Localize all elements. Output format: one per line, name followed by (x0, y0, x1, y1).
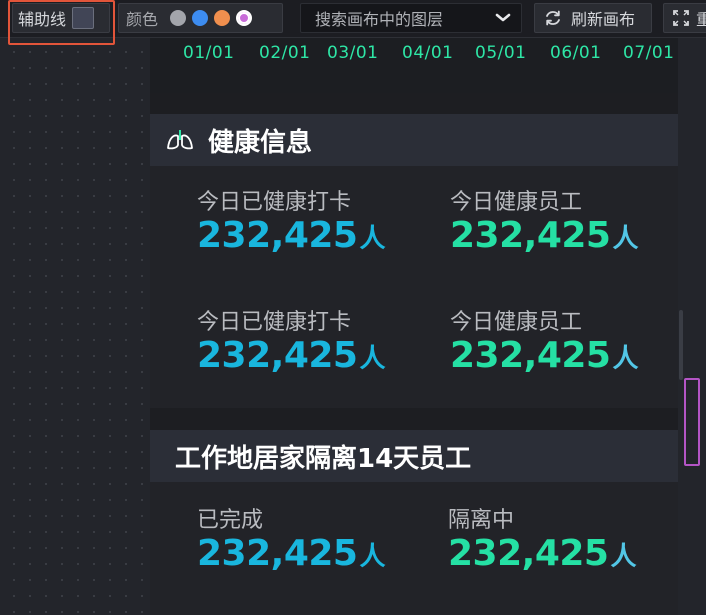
stat-value: 232,425人 (197, 215, 385, 256)
lungs-icon (167, 130, 193, 150)
refresh-canvas-label: 刷新画布 (571, 10, 636, 29)
stat-health-checkin: 今日已健康打卡 232,425人 (197, 310, 385, 379)
fullscreen-icon (673, 10, 689, 26)
swatch-purple[interactable] (236, 10, 253, 26)
dashboard-preview[interactable]: 01/01 02/01 03/01 04/01 05/01 06/01 07/0… (150, 38, 678, 615)
stat-value: 232,425人 (448, 533, 636, 574)
health-section-title: 健康信息 (208, 127, 313, 158)
selection-resize-handle[interactable] (684, 378, 700, 466)
stat-quarantine-completed: 已完成 232,425人 (197, 508, 385, 577)
stat-quarantine-ongoing: 隔离中 232,425人 (448, 508, 636, 577)
chevron-down-icon (495, 13, 511, 22)
date-label: 04/01 (402, 43, 454, 63)
date-label: 01/01 (183, 43, 235, 63)
date-label: 02/01 (259, 43, 311, 63)
refresh-canvas-button[interactable]: 刷新画布 (534, 3, 652, 33)
stat-value: 232,425人 (450, 335, 638, 376)
date-label: 05/01 (475, 43, 527, 63)
health-section-header: 健康信息 (150, 114, 678, 166)
vertical-scrollbar[interactable] (679, 310, 683, 380)
swatch-orange[interactable] (214, 10, 231, 26)
toolbar: 辅助线 颜色 搜索画布中的图层 刷新画布 重 (0, 0, 706, 45)
quarantine-stats-panel: 已完成 232,425人 隔离中 232,425人 (150, 482, 678, 615)
fullscreen-label: 重 (696, 6, 706, 30)
stat-value: 232,425人 (450, 215, 638, 256)
layer-search-select[interactable]: 搜索画布中的图层 (300, 3, 522, 33)
layer-search-placeholder: 搜索画布中的图层 (315, 10, 444, 29)
swatch-blue[interactable] (192, 10, 209, 26)
stat-healthy-employees: 今日健康员工 232,425人 (450, 310, 638, 379)
stat-label: 今日健康员工 (450, 190, 583, 215)
color-picker: 颜色 (118, 3, 283, 33)
quarantine-section-header: 工作地居家隔离14天员工 (150, 430, 678, 482)
quarantine-section-title: 工作地居家隔离14天员工 (175, 443, 472, 474)
stat-label: 已完成 (197, 508, 264, 533)
stat-value: 232,425人 (197, 335, 385, 376)
color-label: 颜色 (126, 10, 159, 29)
stat-health-checkin: 今日已健康打卡 232,425人 (197, 190, 385, 259)
guides-highlight-outline (8, 0, 115, 45)
date-label: 03/01 (327, 43, 379, 63)
fullscreen-button[interactable]: 重 (663, 3, 706, 33)
stat-label: 隔离中 (448, 508, 515, 533)
stat-healthy-employees: 今日健康员工 232,425人 (450, 190, 638, 259)
swatch-gray[interactable] (170, 10, 187, 26)
health-stats-panel: 今日已健康打卡 232,425人 今日健康员工 232,425人 今日已健康打卡… (150, 166, 678, 408)
stat-label: 今日健康员工 (450, 310, 583, 335)
stat-label: 今日已健康打卡 (197, 310, 352, 335)
stat-label: 今日已健康打卡 (197, 190, 352, 215)
stat-value: 232,425人 (197, 533, 385, 574)
refresh-icon (546, 10, 560, 26)
date-label: 06/01 (550, 43, 602, 63)
date-axis: 01/01 02/01 03/01 04/01 05/01 06/01 07/0… (150, 38, 678, 93)
date-label: 07/01 (623, 43, 675, 63)
